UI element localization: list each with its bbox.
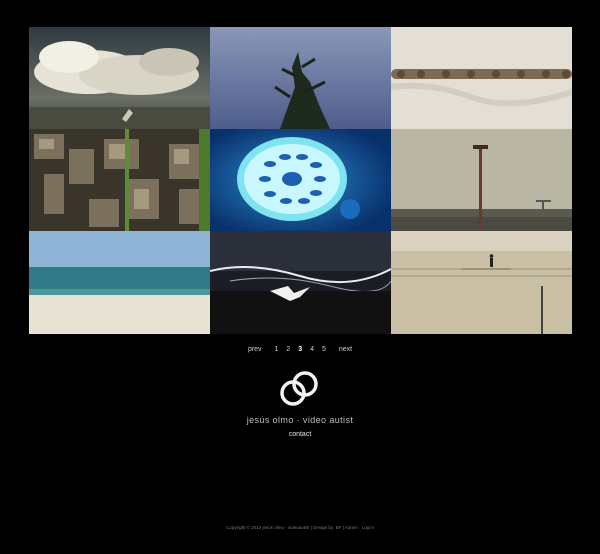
ruins-aerial-thumbnail[interactable]	[29, 129, 210, 231]
page-link-3-current[interactable]: 3	[298, 346, 302, 353]
linked-rings-icon[interactable]	[278, 369, 320, 409]
cloud-bird-thumbnail[interactable]	[29, 27, 210, 129]
site-title[interactable]: jesús olmo · video autist	[0, 415, 600, 425]
caterpillars-sand-thumbnail[interactable]	[391, 27, 572, 129]
page-link-2[interactable]: 2	[286, 346, 290, 353]
page-link-1[interactable]: 1	[275, 346, 279, 353]
bird-water-thumbnail[interactable]	[210, 231, 391, 334]
tower-field-thumbnail[interactable]	[391, 129, 572, 231]
page-link-4[interactable]: 4	[310, 346, 314, 353]
photo-gallery	[29, 27, 572, 334]
page-link-5[interactable]: 5	[322, 346, 326, 353]
beach-walker-thumbnail[interactable]	[391, 231, 572, 334]
glowing-shell-thumbnail[interactable]	[210, 129, 391, 231]
pagination: prev 1 2 3 4 5 next	[0, 346, 600, 353]
next-page-link[interactable]: next	[339, 346, 352, 353]
tree-sky-thumbnail[interactable]	[210, 27, 391, 129]
footer-copyright: Copyright © 2013 jesús olmo · videoautis…	[226, 525, 374, 530]
sea-beach-thumbnail[interactable]	[29, 231, 210, 334]
prev-page-link[interactable]: prev	[248, 346, 262, 353]
contact-link[interactable]: contact	[0, 431, 600, 438]
